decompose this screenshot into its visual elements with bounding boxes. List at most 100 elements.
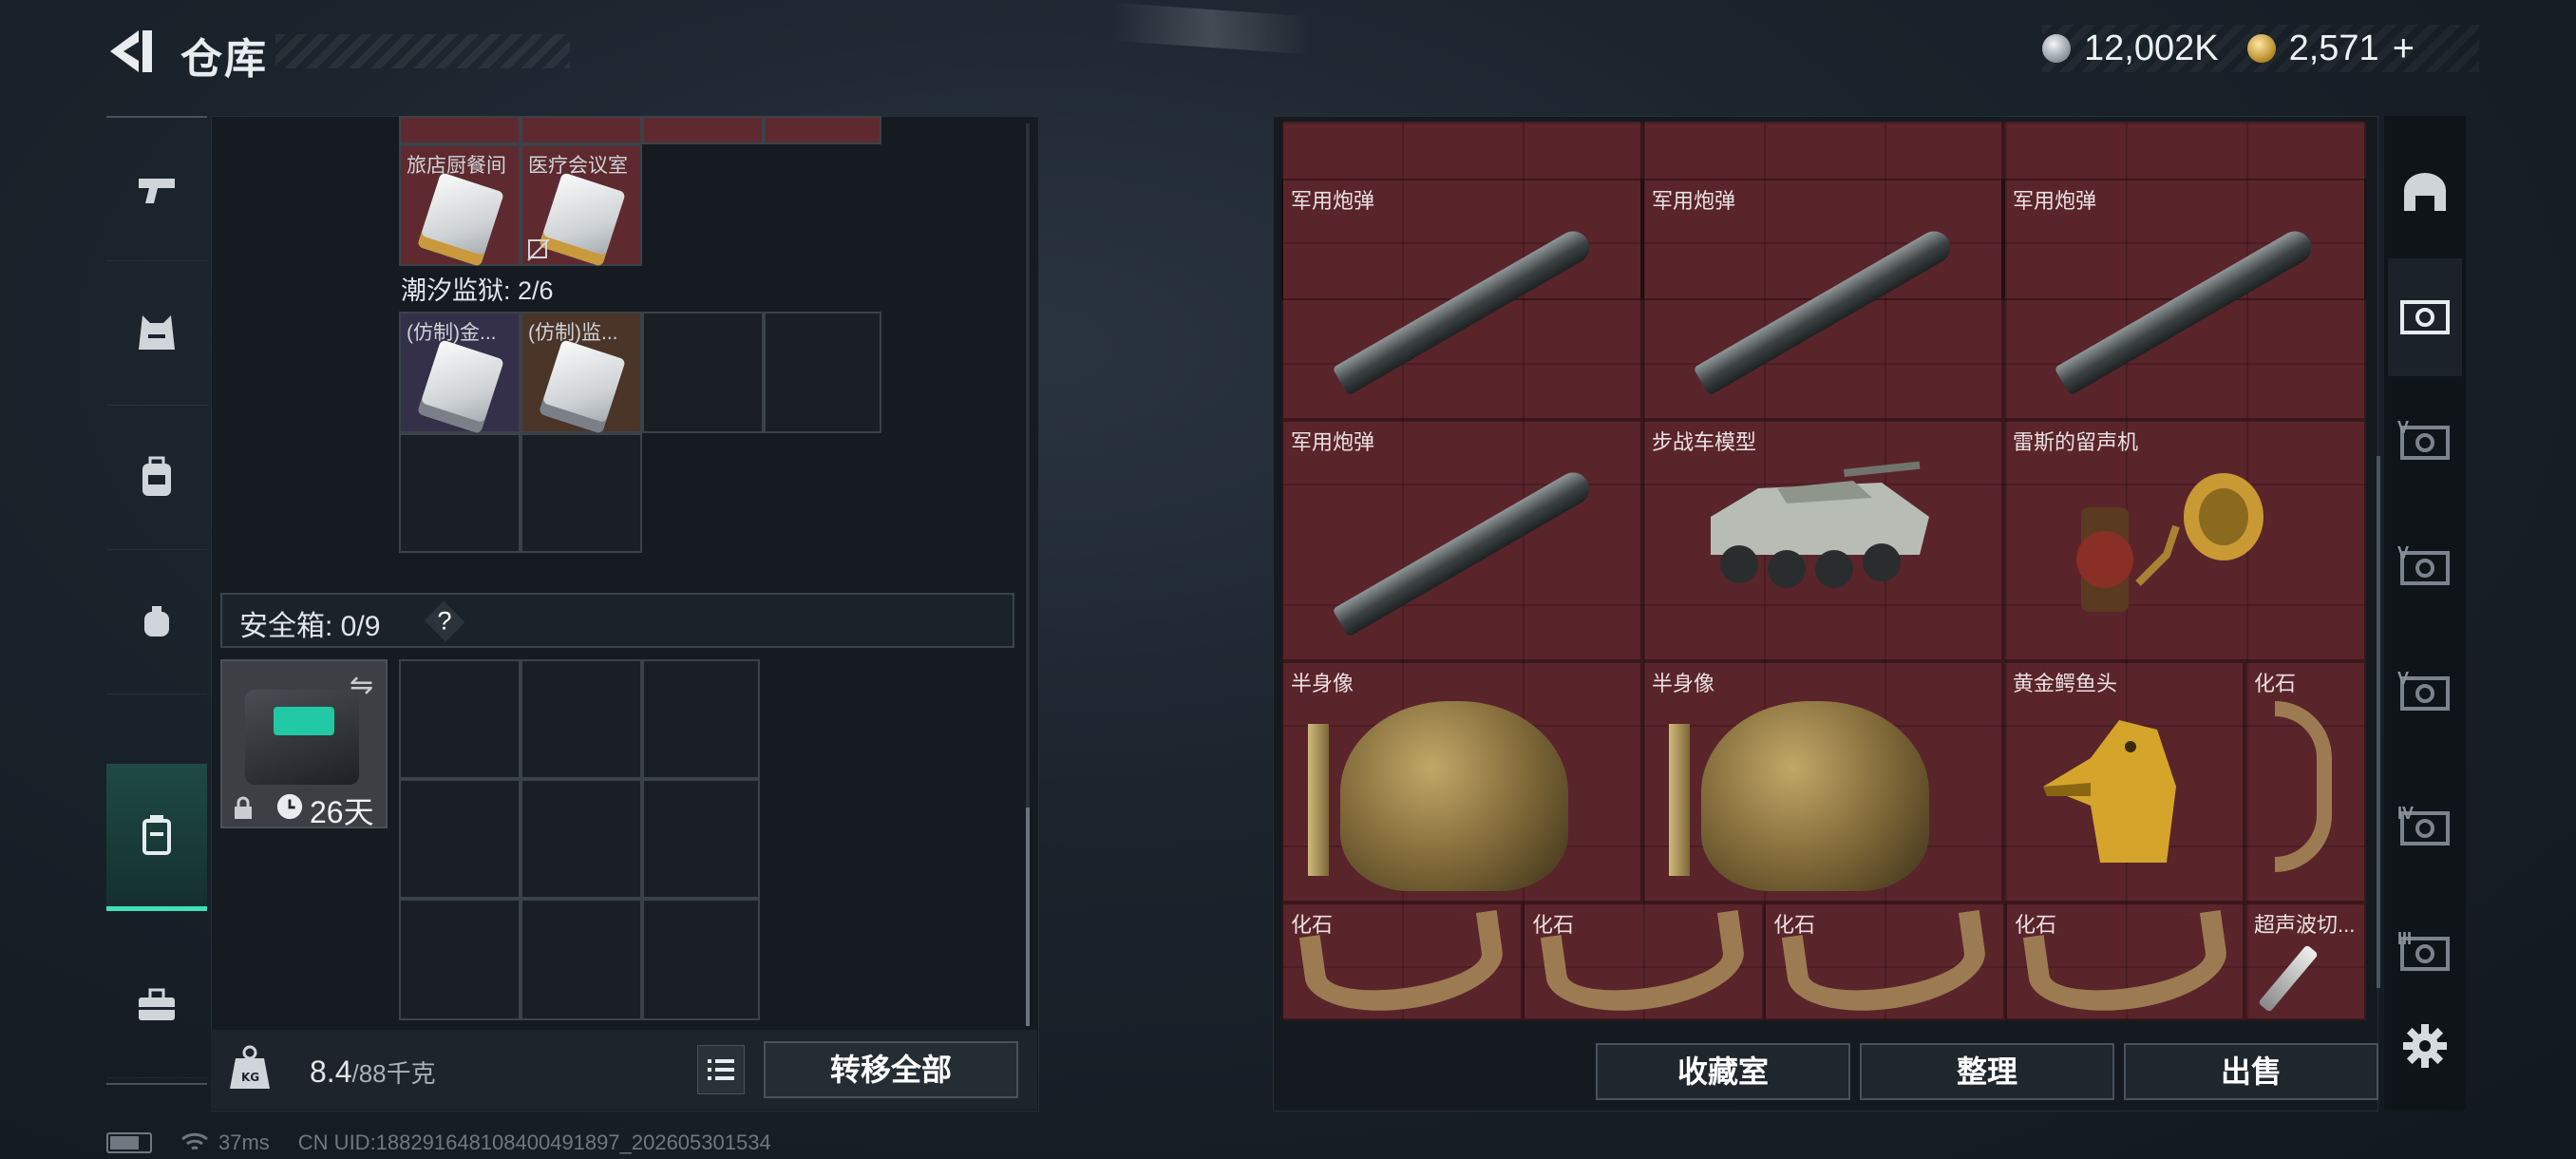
keycard-slot[interactable]: (仿制)金... (399, 312, 521, 434)
golden-croc-head-image (2043, 720, 2176, 863)
nav-backpack[interactable] (106, 407, 207, 550)
stash-tab-icon (2400, 300, 2450, 334)
safe-box-slot[interactable] (399, 899, 521, 1020)
silver-currency-value: 12,002K (2084, 28, 2219, 68)
shell-image (1332, 225, 1596, 396)
safe-box-slot[interactable] (521, 779, 642, 899)
keycard-image (539, 339, 626, 434)
item-name: 黄金鳄鱼头 (2013, 672, 2118, 695)
item-name: 半身像 (1652, 672, 1715, 695)
empty-keycard-slot[interactable] (399, 433, 521, 553)
gramophone-image (2076, 473, 2263, 612)
item-name: 化石 (2254, 672, 2297, 695)
keycard-slot-partial[interactable] (399, 116, 521, 144)
safe-box-slot[interactable] (642, 779, 760, 899)
sell-button[interactable]: 出售 (2124, 1043, 2378, 1100)
safe-box-slot[interactable] (399, 659, 521, 779)
nav-weapon[interactable] (106, 118, 207, 261)
keycard-slot-partial[interactable] (521, 116, 642, 144)
keycard-name: (仿制)监... (528, 322, 618, 344)
safe-box-card[interactable]: ⇋ 26天 (220, 659, 388, 829)
swap-icon[interactable]: ⇋ (350, 669, 373, 702)
stash-item[interactable]: 化石 (1281, 902, 1523, 1020)
stash-tab-3[interactable]: V (2388, 384, 2462, 502)
stash-tab-7[interactable]: III (2388, 895, 2462, 1013)
title-stripe-decoration (275, 34, 570, 68)
gold-coin-icon (2246, 34, 2276, 63)
empty-keycard-slot[interactable] (764, 312, 881, 433)
toolbox-icon (139, 988, 175, 1020)
background-light-streak (1111, 2, 1311, 55)
item-name: 军用炮弹 (1291, 430, 1375, 454)
safe-box-slot[interactable] (521, 659, 642, 779)
back-button[interactable] (106, 27, 156, 76)
safe-box-slot[interactable] (521, 899, 642, 1020)
nav-pouch[interactable] (106, 551, 207, 694)
nav-armor[interactable] (106, 262, 207, 406)
safe-box-slot[interactable] (642, 659, 760, 779)
safe-box-label: 安全箱: 0/9 (239, 611, 381, 642)
bust-image (1701, 701, 1929, 891)
shell-image (2054, 225, 2318, 396)
safe-box-slot[interactable] (399, 779, 521, 899)
page-title: 仓库 (180, 36, 268, 83)
add-currency-button[interactable]: + (2393, 28, 2415, 70)
bust-image (1340, 701, 1568, 891)
stash-tab-4[interactable]: V (2388, 509, 2462, 627)
keycard-slot-partial[interactable] (764, 116, 881, 144)
clock-icon (276, 793, 303, 820)
item-name: 步战车模型 (1652, 430, 1757, 454)
transfer-all-button[interactable]: 转移全部 (764, 1041, 1018, 1098)
stash-item[interactable]: 半身像 (1281, 661, 1642, 902)
item-name: 雷斯的留声机 (2013, 430, 2139, 454)
stash-tab-2[interactable] (2388, 258, 2462, 376)
list-view-button[interactable] (697, 1045, 745, 1094)
stash-tab-5[interactable]: V (2388, 635, 2462, 752)
stash-tab-6[interactable]: IV (2388, 770, 2462, 887)
stash-item[interactable]: 化石 (1764, 902, 2005, 1020)
bust-plaque (1669, 724, 1690, 876)
empty-keycard-slot[interactable] (521, 433, 642, 553)
no-insure-icon (527, 238, 550, 261)
settings-gear-icon[interactable] (2401, 1022, 2449, 1070)
keycard-slot[interactable]: 医疗会议室 (521, 144, 642, 267)
stash-item[interactable]: 黄金鳄鱼头 (2003, 661, 2245, 902)
stash-item[interactable]: 化石 (2005, 902, 2245, 1020)
collection-room-button[interactable]: 收藏室 (1596, 1043, 1850, 1100)
stash-item[interactable]: 军用炮弹 (1281, 420, 1642, 661)
currency-bar: 12,002K 2,571 + (2042, 25, 2479, 72)
vest-icon (139, 315, 175, 350)
ifv-model-image (1711, 461, 1929, 588)
left-scrollbar-thumb[interactable] (1026, 808, 1030, 1026)
nav-keycase[interactable] (106, 764, 207, 911)
stash-item[interactable]: 超声波切... (2245, 902, 2366, 1020)
keycard-slot[interactable]: 旅店厨餐间 (399, 144, 521, 267)
stash-item[interactable]: 军用炮弹 (2003, 179, 2366, 420)
stash-tab-1[interactable] (2388, 133, 2462, 251)
tab-roman-numeral: V (2397, 543, 2410, 562)
weight-icon: KG (230, 1045, 270, 1089)
safe-box-image (245, 690, 359, 785)
stash-item[interactable]: 化石 (2245, 661, 2366, 902)
empty-keycard-slot[interactable] (642, 312, 764, 433)
arch-icon (2404, 173, 2446, 211)
stash-item[interactable]: 化石 (1523, 902, 1764, 1020)
stash-item[interactable]: 军用炮弹 (1642, 179, 2003, 420)
safe-box-slot[interactable] (642, 899, 760, 1020)
stash-item[interactable]: 半身像 (1642, 661, 2003, 902)
pistol-icon (139, 179, 175, 203)
keycard-slot-partial[interactable] (642, 116, 764, 144)
stash-item[interactable]: 军用炮弹 (1281, 179, 1642, 420)
backpack-icon (142, 456, 171, 496)
list-icon (708, 1059, 734, 1080)
stash-item[interactable]: 雷斯的留声机 (2003, 420, 2366, 661)
stash-scrollbar[interactable] (2377, 456, 2380, 988)
svg-text:KG: KG (241, 1071, 259, 1084)
organize-button[interactable]: 整理 (1860, 1043, 2114, 1100)
stash-item[interactable]: 步战车模型 (1642, 420, 2003, 661)
nav-toolbox[interactable] (106, 935, 207, 1078)
battery-icon (106, 1132, 152, 1153)
item-name: 半身像 (1291, 672, 1354, 695)
wifi-icon (181, 1132, 208, 1150)
keycard-slot[interactable]: (仿制)监... (521, 312, 642, 434)
